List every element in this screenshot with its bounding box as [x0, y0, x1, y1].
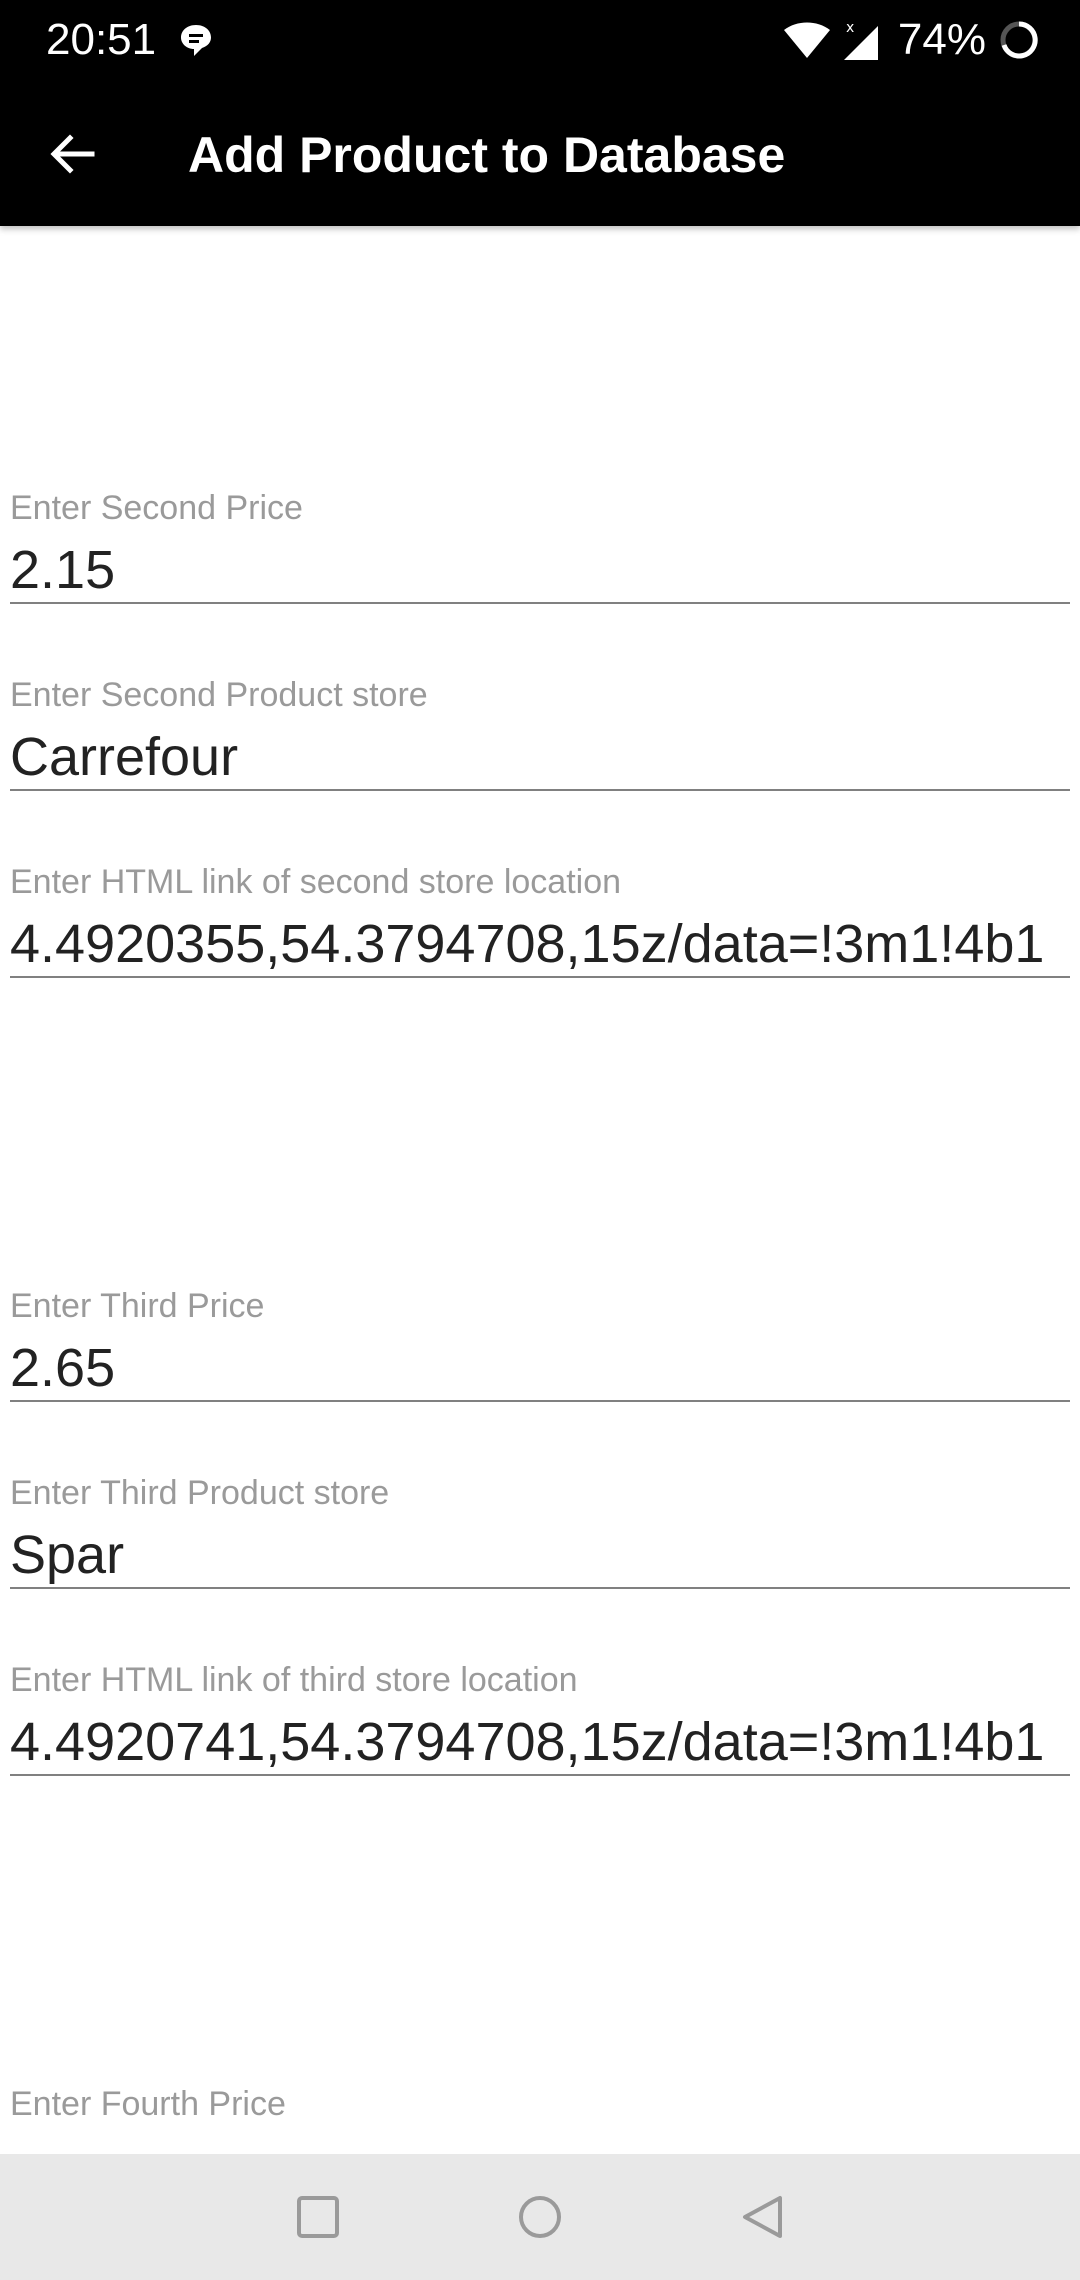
page-title: Add Product to Database — [188, 127, 786, 183]
battery-ring-icon — [1000, 21, 1038, 59]
recents-button[interactable] — [278, 2182, 358, 2252]
second-link-value: 4.4920355,54.3794708,15z/data=!3m1!4b1 — [10, 914, 1045, 974]
arrow-left-icon — [50, 134, 95, 174]
wifi-icon — [783, 22, 830, 58]
app-bar: Add Product to Database — [0, 80, 1080, 226]
status-time: 20:51 — [46, 15, 157, 64]
third-link-label: Enter HTML link of third store location — [10, 1661, 578, 1699]
third-price-value: 2.65 — [10, 1338, 116, 1398]
second-store-value: Carrefour — [10, 727, 239, 787]
second-link-label: Enter HTML link of second store location — [10, 863, 622, 901]
system-nav-bar — [0, 2154, 1080, 2280]
svg-text:x: x — [846, 20, 854, 36]
second-price-input[interactable]: 2.15 — [10, 538, 1070, 604]
third-store-value: Spar — [10, 1525, 125, 1585]
fourth-price-field: Enter Fourth Price — [10, 2084, 1070, 2124]
battery-percent: 74% — [897, 15, 986, 64]
back-button[interactable] — [32, 120, 112, 188]
nav-back-button[interactable] — [722, 2182, 802, 2252]
second-price-field: Enter Second Price 2.15 — [10, 488, 1070, 604]
signal-icon: x — [843, 20, 878, 60]
third-price-input[interactable]: 2.65 — [10, 1336, 1070, 1402]
third-store-field: Enter Third Product store Spar — [10, 1473, 1070, 1589]
second-price-label: Enter Second Price — [10, 489, 303, 527]
recents-square-icon — [297, 2196, 339, 2238]
second-store-input[interactable]: Carrefour — [10, 725, 1070, 791]
third-price-label: Enter Third Price — [10, 1287, 265, 1325]
status-bar: 20:51 x 74% — [0, 0, 1080, 80]
form-scroll-area[interactable]: Enter Second Price 2.15 Enter Second Pro… — [0, 226, 1080, 2154]
second-store-label: Enter Second Product store — [10, 676, 428, 714]
third-store-label: Enter Third Product store — [10, 1474, 390, 1512]
home-circle-icon — [519, 2196, 561, 2238]
home-button[interactable] — [500, 2182, 580, 2252]
status-icons: x 74% — [782, 14, 1040, 66]
third-link-field: Enter HTML link of third store location … — [10, 1660, 1070, 1776]
third-price-field: Enter Third Price 2.65 — [10, 1286, 1070, 1402]
third-link-value: 4.4920741,54.3794708,15z/data=!3m1!4b1 — [10, 1712, 1045, 1772]
second-link-field: Enter HTML link of second store location… — [10, 862, 1070, 978]
message-icon — [181, 25, 211, 56]
second-store-field: Enter Second Product store Carrefour — [10, 675, 1070, 791]
second-link-input[interactable]: 4.4920355,54.3794708,15z/data=!3m1!4b1 — [10, 912, 1070, 978]
fourth-price-label: Enter Fourth Price — [10, 2085, 286, 2123]
third-link-input[interactable]: 4.4920741,54.3794708,15z/data=!3m1!4b1 — [10, 1710, 1070, 1776]
second-price-value: 2.15 — [10, 540, 116, 600]
third-store-input[interactable]: Spar — [10, 1523, 1070, 1589]
back-triangle-icon — [743, 2196, 782, 2238]
